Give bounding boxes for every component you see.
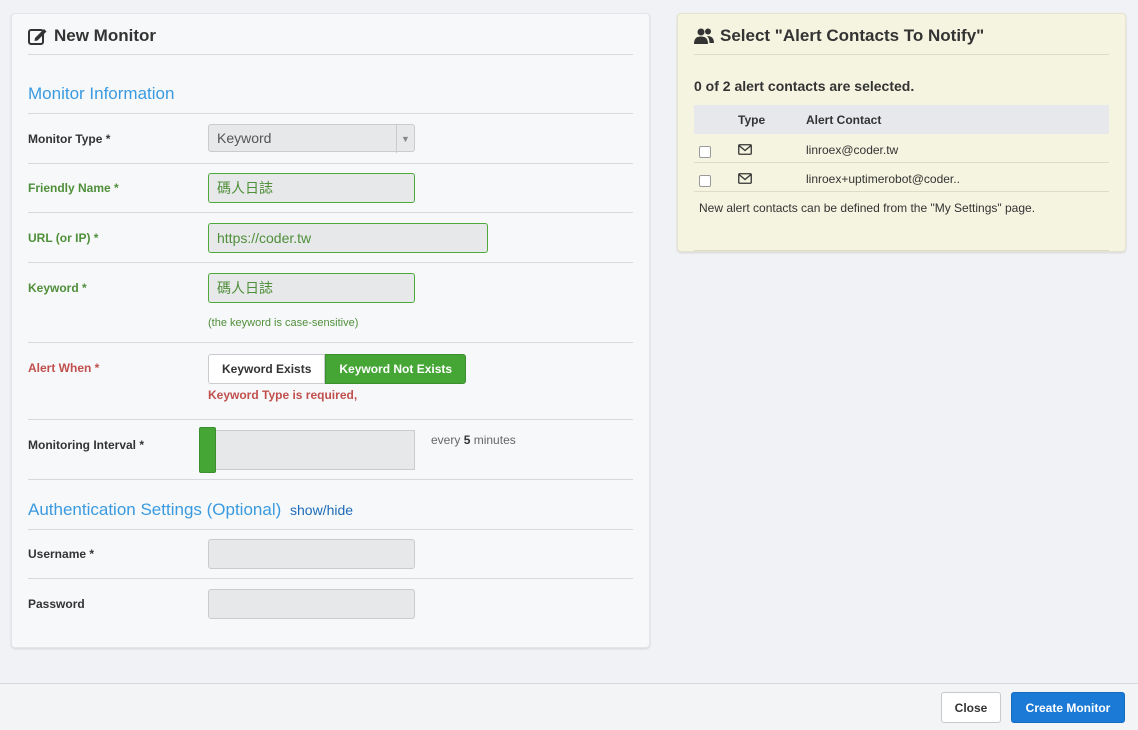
divider bbox=[28, 212, 633, 213]
keyword-label: Keyword * bbox=[28, 281, 87, 295]
username-input[interactable] bbox=[208, 539, 415, 569]
interval-slider-track[interactable] bbox=[208, 430, 415, 470]
monitor-type-select[interactable]: Keyword ▼ bbox=[208, 124, 415, 153]
table-row: linroex@coder.tw bbox=[694, 134, 1109, 163]
interval-readout: every 5 minutes bbox=[431, 433, 516, 447]
alert-when-toggle: Keyword Exists Keyword Not Exists bbox=[208, 354, 467, 384]
keyword-input[interactable]: 碼人日誌 bbox=[208, 273, 415, 303]
chevron-down-icon: ▼ bbox=[396, 125, 414, 153]
divider bbox=[28, 113, 633, 114]
monitor-type-label: Monitor Type * bbox=[28, 132, 111, 146]
new-monitor-title: New Monitor bbox=[54, 26, 156, 45]
keyword-help-text: (the keyword is case-sensitive) bbox=[208, 317, 359, 329]
url-label: URL (or IP) * bbox=[28, 231, 99, 245]
table-row: linroex+uptimerobot@coder.. bbox=[694, 163, 1109, 192]
close-button[interactable]: Close bbox=[941, 692, 1001, 723]
contact-checkbox[interactable] bbox=[699, 175, 711, 187]
contacts-note: New alert contacts can be defined from t… bbox=[699, 201, 1036, 215]
alert-when-label: Alert When * bbox=[28, 361, 100, 375]
contact-email: linroex@coder.tw bbox=[806, 143, 899, 157]
monitor-type-value: Keyword bbox=[217, 130, 272, 146]
contact-email: linroex+uptimerobot@coder.. bbox=[806, 172, 960, 186]
password-input[interactable] bbox=[208, 589, 415, 619]
divider bbox=[28, 578, 633, 579]
type-column-header: Type bbox=[738, 113, 766, 127]
interval-prefix: every bbox=[431, 433, 461, 447]
auth-settings-title: Authentication Settings (Optional) bbox=[28, 500, 282, 519]
contacts-table-header: Type Alert Contact bbox=[694, 105, 1109, 134]
interval-suffix: minutes bbox=[473, 433, 516, 447]
modal-footer: Close Create Monitor bbox=[0, 683, 1138, 730]
url-input[interactable]: https://coder.tw bbox=[208, 223, 488, 253]
divider bbox=[28, 54, 633, 55]
divider bbox=[28, 342, 633, 343]
keyword-exists-button[interactable]: Keyword Exists bbox=[208, 354, 326, 384]
contact-checkbox[interactable] bbox=[699, 146, 711, 158]
edit-icon bbox=[28, 27, 48, 45]
divider bbox=[28, 479, 633, 480]
password-label: Password bbox=[28, 597, 85, 611]
divider bbox=[28, 163, 633, 164]
divider bbox=[28, 529, 633, 530]
interval-slider-handle[interactable] bbox=[199, 427, 216, 473]
divider bbox=[694, 250, 1109, 251]
monitor-information-heading: Monitor Information bbox=[28, 84, 175, 103]
alert-contacts-title: Select "Alert Contacts To Notify" bbox=[694, 26, 984, 46]
divider bbox=[694, 54, 1109, 55]
username-label: Username * bbox=[28, 547, 95, 561]
users-icon bbox=[694, 27, 714, 45]
friendly-name-input[interactable]: 碼人日誌 bbox=[208, 173, 415, 203]
alert-when-error: Keyword Type is required, bbox=[208, 388, 358, 402]
keyword-not-exists-button[interactable]: Keyword Not Exists bbox=[325, 354, 467, 384]
create-monitor-button[interactable]: Create Monitor bbox=[1011, 692, 1125, 723]
alert-contacts-title-text: Select "Alert Contacts To Notify" bbox=[720, 26, 985, 45]
contacts-summary: 0 of 2 alert contacts are selected. bbox=[694, 78, 915, 94]
interval-value: 5 bbox=[463, 433, 471, 447]
alert-contact-column-header: Alert Contact bbox=[806, 113, 882, 127]
divider bbox=[28, 262, 633, 263]
divider bbox=[28, 419, 633, 420]
auth-show-hide-link[interactable]: show/hide bbox=[290, 502, 353, 518]
monitoring-interval-label: Monitoring Interval * bbox=[28, 438, 145, 452]
friendly-name-label: Friendly Name * bbox=[28, 181, 119, 195]
alert-contacts-panel: Select "Alert Contacts To Notify" 0 of 2… bbox=[677, 13, 1126, 252]
new-monitor-panel: New Monitor Monitor Information Monitor … bbox=[11, 13, 650, 648]
panel-title: New Monitor bbox=[28, 26, 156, 46]
envelope-icon bbox=[738, 142, 752, 160]
envelope-icon bbox=[738, 171, 752, 189]
auth-settings-heading: Authentication Settings (Optional) show/… bbox=[28, 500, 353, 520]
